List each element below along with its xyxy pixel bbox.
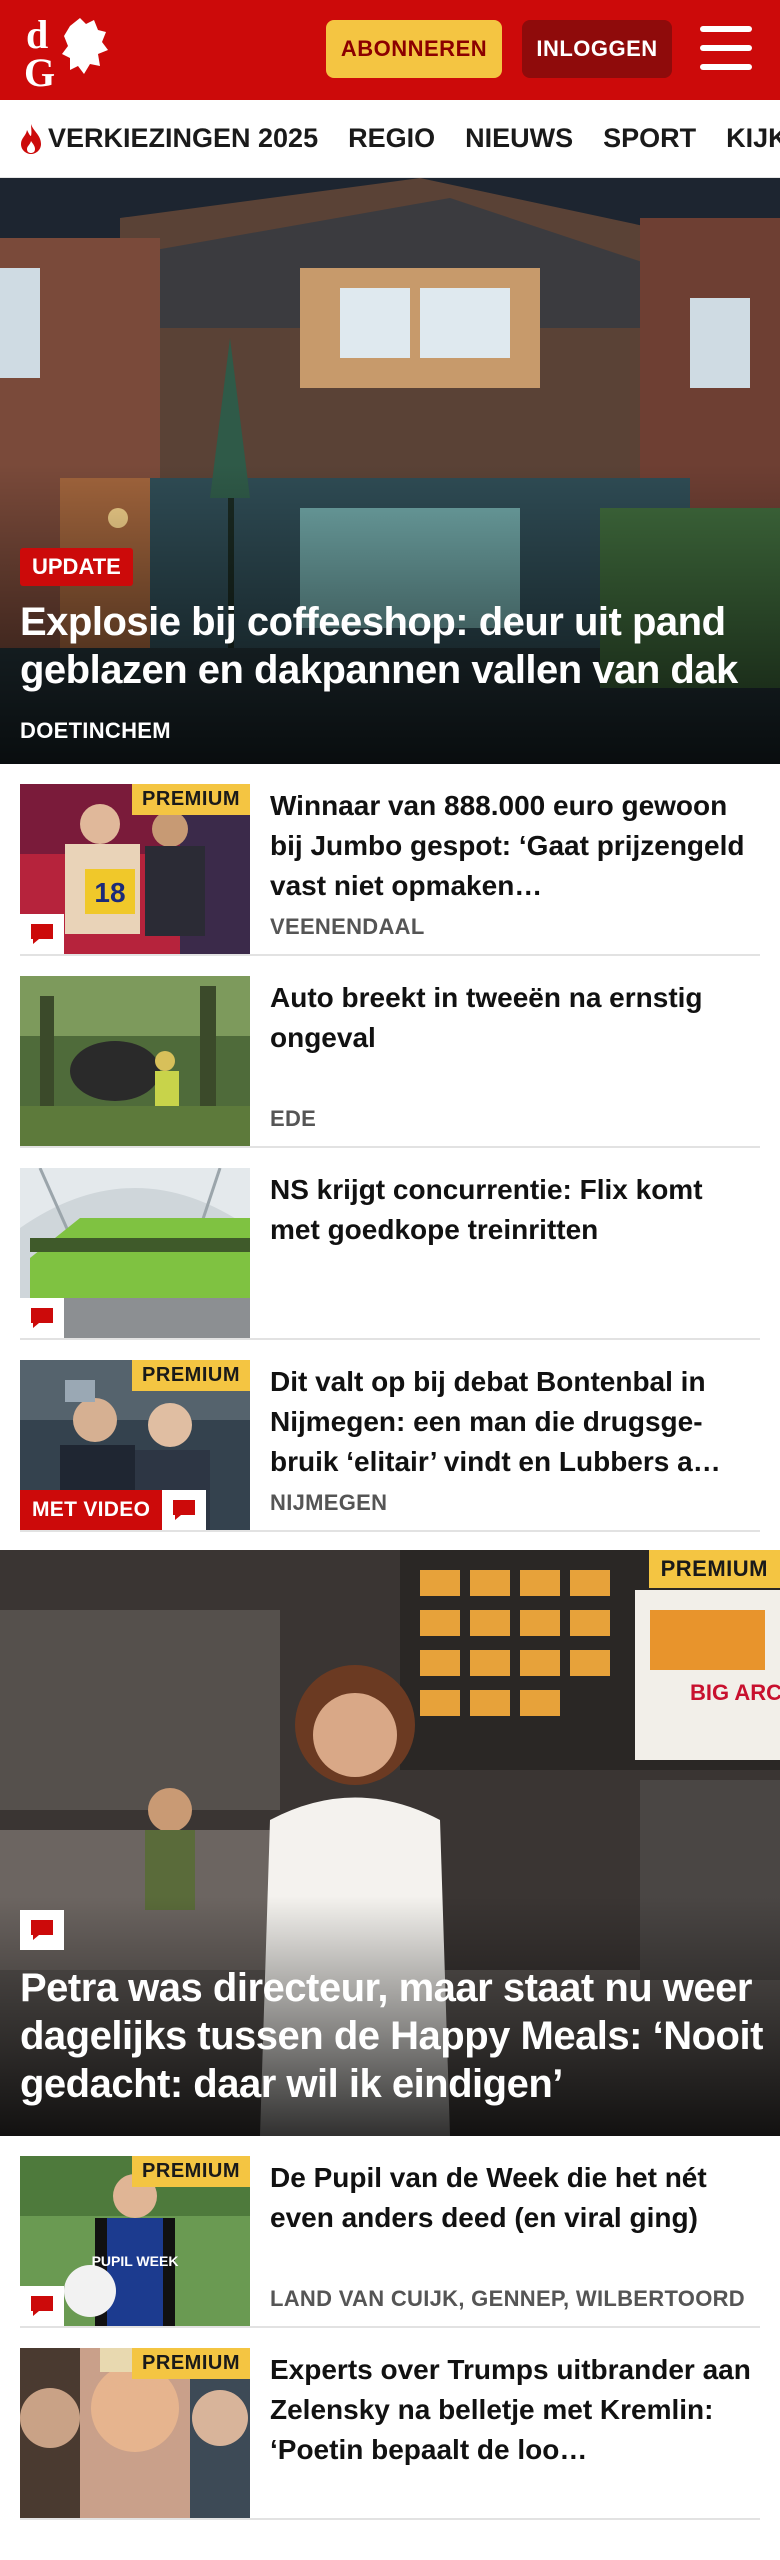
comment-icon[interactable] — [20, 914, 64, 954]
article-title[interactable]: Experts over Trumps uitbrander aan Zelen… — [270, 2350, 760, 2470]
article-thumbnail — [20, 1168, 250, 1338]
premium-badge: PREMIUM — [132, 1360, 250, 1391]
premium-badge: PREMIUM — [132, 2156, 250, 2187]
article-thumbnail: 18 PREMIUM — [20, 784, 250, 954]
menu-icon[interactable] — [700, 26, 752, 70]
article-location: VEENENDAAL — [270, 914, 425, 939]
nav-item-label: VERKIEZINGEN 2025 — [48, 123, 319, 153]
hero-location: DOETINCHEM — [20, 718, 171, 743]
article-location: NIJMEGEN — [270, 1490, 388, 1515]
list-item[interactable]: PUPIL WEEK PREMIUM De Pupil van de Week … — [20, 2136, 760, 2328]
comment-icon[interactable] — [20, 1910, 64, 1950]
article-title[interactable]: NS krijgt concurrentie: Flix komt met go… — [270, 1170, 760, 1250]
list-item[interactable]: NS krijgt concurrentie: Flix komt met go… — [20, 1148, 760, 1340]
article-location: EDE — [270, 1106, 317, 1131]
premium-badge: PREMIUM — [648, 1550, 780, 1588]
nav-item-kijk[interactable]: KIJK — [726, 123, 780, 154]
list-item[interactable]: 18 PREMIUM Winnaar van 888.000 euro gewo… — [20, 764, 760, 956]
section-nav: VERKIEZINGEN 2025 REGIO NIEUWS SPORT KIJ… — [0, 100, 780, 178]
comment-icon[interactable] — [20, 1298, 64, 1338]
list-item[interactable]: Auto breekt in tweeën na ernstig ongeval… — [20, 956, 760, 1148]
site-logo[interactable]: d G — [20, 12, 116, 95]
shirt-text: PUPIL WEEK — [92, 2253, 179, 2269]
article-thumbnail — [20, 976, 250, 1146]
svg-text:G: G — [24, 50, 55, 90]
article-title[interactable]: De Pupil van de Week die het nét even an… — [270, 2158, 760, 2238]
premium-badge: PREMIUM — [132, 784, 250, 815]
feature-article[interactable]: BIG ARCH PREMIUM Petra was directeur, ma… — [0, 1550, 780, 2136]
article-location: LAND VAN CUIJK, GENNEP, WILBERTOORD — [270, 2286, 745, 2311]
login-button[interactable]: INLOGGEN — [522, 20, 672, 78]
video-tag[interactable]: MET VIDEO — [20, 1490, 207, 1530]
update-badge: UPDATE — [20, 548, 133, 586]
article-title[interactable]: Auto breekt in tweeën na ernstig ongeval — [270, 978, 760, 1058]
thumbnail-number: 18 — [94, 877, 125, 908]
comment-icon[interactable] — [162, 1490, 207, 1530]
comment-icon[interactable] — [20, 2286, 64, 2326]
nav-item-elections[interactable]: VERKIEZINGEN 2025 — [18, 123, 318, 155]
list-item[interactable]: PREMIUM MET VIDEO Dit valt op bij debat … — [20, 1340, 760, 1532]
nav-item-nieuws[interactable]: NIEUWS — [465, 123, 573, 154]
premium-badge: PREMIUM — [132, 2348, 250, 2379]
hero-article[interactable]: UPDATE Explosie bij coffeeshop: deur uit… — [0, 178, 780, 764]
subscribe-button[interactable]: ABONNEREN — [326, 20, 502, 78]
flame-icon — [21, 123, 41, 154]
big-arch-sign: BIG ARCH — [690, 1680, 780, 1705]
article-title[interactable]: Winnaar van 888.000 euro gewoon bij Jumb… — [270, 786, 760, 906]
video-label: MET VIDEO — [20, 1490, 163, 1530]
top-bar: d G ABONNEREN INLOGGEN — [0, 0, 780, 100]
hero-title[interactable]: Explosie bij coffeeshop: deur uit pand g… — [20, 598, 770, 694]
article-thumbnail: PUPIL WEEK PREMIUM — [20, 2156, 250, 2326]
article-thumbnail: PREMIUM MET VIDEO — [20, 1360, 250, 1530]
feature-title[interactable]: Petra was directeur, maar staat nu weer … — [20, 1964, 770, 2108]
nav-item-sport[interactable]: SPORT — [603, 123, 696, 154]
nav-item-regio[interactable]: REGIO — [348, 123, 435, 154]
article-title[interactable]: Dit valt op bij debat Bontenbal in Nijme… — [270, 1362, 760, 1482]
article-thumbnail: PREMIUM — [20, 2348, 250, 2518]
list-item[interactable]: PREMIUM Experts over Trumps uitbrander a… — [20, 2328, 760, 2520]
